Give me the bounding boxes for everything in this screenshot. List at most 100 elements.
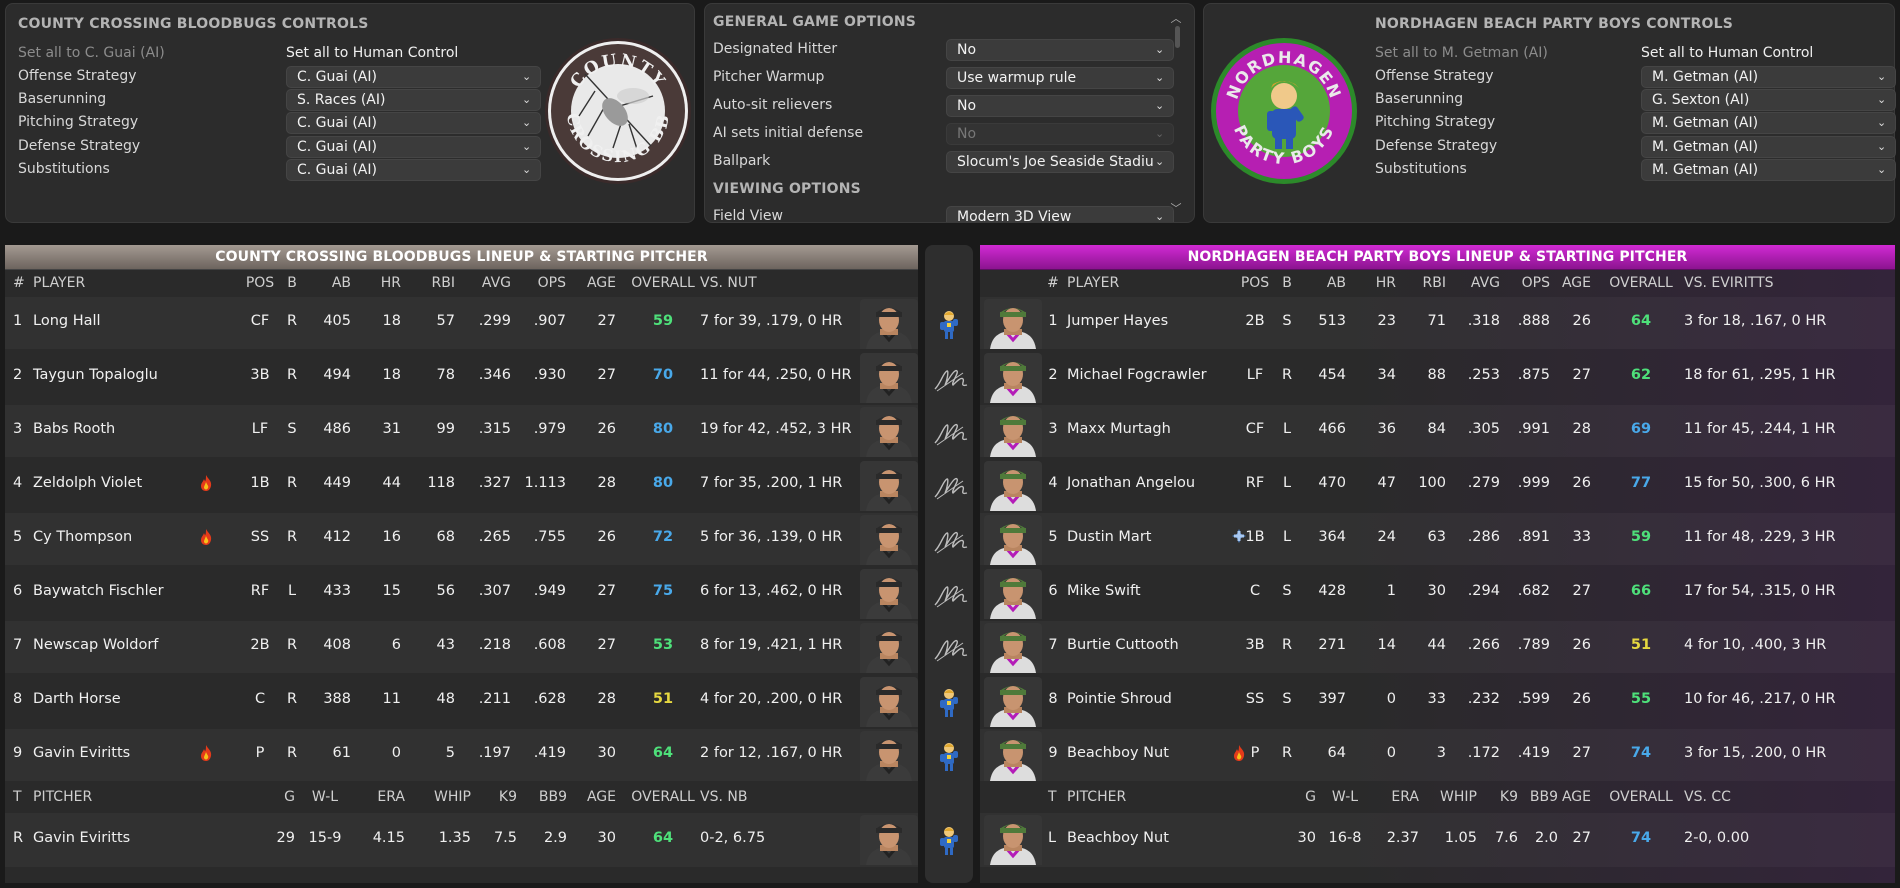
lineup-row[interactable]: 3 Maxx Murtagh CF L 466 36 84 .305 .991 28 69 11 fo…	[980, 405, 1895, 457]
player-overall: 80	[652, 475, 674, 491]
player-pos: C	[254, 691, 266, 707]
pitcher-t: R	[13, 830, 24, 846]
player-pos: 2B	[250, 637, 270, 653]
player-ab: 486	[323, 421, 351, 437]
pitcher-header-age: AGE	[1561, 789, 1591, 805]
lineup-row[interactable]: 9 Beachboy Nut P R 64 0 3.172.419 27 74 3 for 15,…	[980, 729, 1895, 781]
player-photo	[984, 407, 1042, 457]
lineup-row[interactable]: 7 Burtie Cuttooth 3B R 271 14 44 .266 .789 26 51 4 …	[980, 621, 1895, 673]
player-age: 26	[1572, 313, 1591, 329]
player-b: R	[286, 313, 298, 329]
player-player: Babs Rooth	[33, 421, 116, 437]
home-set-all-human-button[interactable]: Set all to Human Control	[1641, 45, 1813, 61]
home-control-select[interactable]: M. Getman (AI) ⌄	[1641, 112, 1896, 135]
player-ab: 364	[1318, 529, 1346, 545]
away-control-row: Substitutions C. Guai (AI) ⌄	[18, 158, 578, 181]
lineup-row[interactable]: 8 Darth Horse C R 388 11 48 .211 .628 28 51 4 for 2…	[5, 675, 918, 727]
lineup-row[interactable]: 1 Jumper Hayes 2B S 513 23 71 .318 .888 26 64 3 for…	[980, 297, 1895, 349]
lineup-row[interactable]: 7 Newscap Woldorf 2B R 408 6 43 .218 .608 27 53 8 f…	[5, 621, 918, 673]
away-control-row: Offense Strategy C. Guai (AI) ⌄	[18, 66, 578, 88]
lineup-row[interactable]: 6 Baywatch Fischler RF L 433 15 56 .307 .949 27 75…	[5, 567, 918, 619]
away-control-select[interactable]: C. Guai (AI) ⌄	[286, 112, 541, 135]
home-control-select[interactable]: M. Getman (AI) ⌄	[1641, 158, 1896, 181]
pitcher-row[interactable]: R Gavin Eviritts 29 15-9 4.15 1.35 7.5 2.9 30 64 0…	[5, 813, 918, 867]
column-header-pos: POS	[245, 275, 275, 291]
player-b: R	[1281, 745, 1293, 761]
lineup-row[interactable]: 2 Michael Fogcrawler LF R 454 34 88 .253 .875 27 6…	[980, 351, 1895, 403]
away-control-select[interactable]: C. Guai (AI) ⌄	[286, 66, 541, 88]
option-select[interactable]: Slocum's Joe Seaside Stadiu ⌄	[946, 151, 1174, 173]
option-row: AI sets initial defense No ⌄	[713, 123, 1183, 145]
player-ops: .599	[1517, 691, 1550, 707]
lineup-row[interactable]: 5 Cy Thompson SS R 412 16 68 .265 .755 26 72 5 for …	[5, 513, 918, 565]
home-control-select[interactable]: M. Getman (AI) ⌄	[1641, 135, 1896, 158]
option-select[interactable]: No ⌄	[946, 95, 1174, 117]
player-player: Mike Swift	[1067, 583, 1141, 599]
player-ops: .419	[1517, 745, 1550, 761]
pitcher-row[interactable]: L Beachboy Nut 30 16-8 2.37 1.05 7.6 2.0 27 74 2-0…	[980, 813, 1895, 867]
home-control-value: M. Getman (AI)	[1652, 69, 1759, 85]
player-avg: .294	[1467, 583, 1500, 599]
column-header-num: #	[1047, 275, 1059, 291]
home-controls-title: NORDHAGEN BEACH PARTY BOYS CONTROLS	[1375, 16, 1733, 32]
chevron-down-icon: ⌄	[1155, 127, 1165, 140]
home-control-select[interactable]: G. Sexton (AI) ⌄	[1641, 89, 1896, 112]
lineup-row[interactable]: 6 Mike Swift C S 428 1 30 .294 .682 27 66 17 for 54…	[980, 567, 1895, 619]
player-ab: 449	[323, 475, 351, 491]
player-ab: 405	[323, 313, 351, 329]
player-ab: 428	[1318, 583, 1346, 599]
player-player: Dustin Mart	[1067, 529, 1152, 545]
player-ops: 1.113	[524, 475, 566, 491]
player-b: L	[287, 583, 297, 599]
home-set-all-ai-button[interactable]: Set all to M. Getman (AI)	[1375, 45, 1548, 61]
player-photo	[984, 299, 1042, 349]
player-age: 26	[597, 529, 616, 545]
lineup-row[interactable]: 4 Jonathan Angelou RF L 470 47 100 .279 .999 26 77…	[980, 459, 1895, 511]
pitcher-header-whip: WHIP	[1440, 789, 1477, 805]
lineup-row[interactable]: 8 Pointie Shroud SS S 397 0 33.232.599 26 55 10 f…	[980, 675, 1895, 727]
lineup-row[interactable]: 1 Long Hall CF R 405 18 57 .299 .907 27 59 7 for 39…	[5, 297, 918, 349]
player-pos: 2B	[1245, 313, 1265, 329]
player-player: Newscap Woldorf	[33, 637, 159, 653]
player-rbi: 57	[436, 313, 455, 329]
scroll-down-icon[interactable]: ﹀	[1170, 200, 1182, 216]
hot-streak-fire-icon	[199, 474, 213, 492]
option-select[interactable]: No ⌄	[946, 39, 1174, 61]
pitcher-header-pitcher: PITCHER	[33, 789, 93, 805]
pitcher-header-row: T PITCHER G W-L ERA WHIP K9 BB9 AGE OVERALL VS. NB	[5, 783, 918, 813]
player-photo	[860, 677, 918, 727]
away-set-all-human-button[interactable]: Set all to Human Control	[286, 45, 458, 61]
lineup-row[interactable]: 2 Taygun Topaloglu 3B R 494 18 78 .346 .930 27 70 1…	[5, 351, 918, 403]
pitcher-k9: 7.5	[493, 830, 517, 846]
chevron-down-icon: ⌄	[1155, 43, 1165, 56]
lineup-row[interactable]: 9 Gavin Eviritts P R 61 0 5 .197 .419 30 64 2 for 1…	[5, 729, 918, 781]
option-value: No	[957, 126, 977, 142]
player-vs: 7 for 39, .179, 0 HR	[700, 313, 843, 329]
scroll-up-icon[interactable]: ︿	[1170, 10, 1182, 26]
player-ab: 466	[1318, 421, 1346, 437]
column-header-ab: AB	[331, 275, 351, 291]
player-pos: RF	[1245, 475, 1265, 491]
player-ab: 454	[1318, 367, 1346, 383]
option-select[interactable]: Use warmup rule ⌄	[946, 67, 1174, 89]
pitcher-whip: 1.05	[1444, 830, 1477, 846]
lineup-row[interactable]: 5 Dustin Mart 1B L 364 24 63.286.891 33 59 11 for…	[980, 513, 1895, 565]
player-age: 26	[597, 421, 616, 437]
away-set-all-ai-button[interactable]: Set all to C. Guai (AI)	[18, 45, 165, 61]
field-view-select[interactable]: Modern 3D View ⌄	[946, 206, 1174, 222]
player-player: Darth Horse	[33, 691, 121, 707]
player-num: 9	[13, 745, 23, 761]
away-control-select[interactable]: S. Races (AI) ⌄	[286, 89, 541, 112]
pitcher-wl: 15-9	[308, 830, 342, 846]
lineup-row[interactable]: 4 Zeldolph Violet 1B R 449 44 118 .327 1.113 28 80…	[5, 459, 918, 511]
home-control-select[interactable]: M. Getman (AI) ⌄	[1641, 66, 1896, 88]
away-control-row: Defense Strategy C. Guai (AI) ⌄	[18, 135, 578, 158]
player-ops: .628	[533, 691, 566, 707]
away-control-select[interactable]: C. Guai (AI) ⌄	[286, 135, 541, 158]
chevron-down-icon: ⌄	[1155, 99, 1165, 112]
player-rbi: 43	[436, 637, 455, 653]
lineup-row[interactable]: 3 Babs Rooth LF S 486 31 99 .315 .979 26 80 19 for …	[5, 405, 918, 457]
trophy-icon	[933, 741, 965, 773]
options-scrollbar[interactable]	[1175, 26, 1180, 48]
away-control-select[interactable]: C. Guai (AI) ⌄	[286, 158, 541, 181]
